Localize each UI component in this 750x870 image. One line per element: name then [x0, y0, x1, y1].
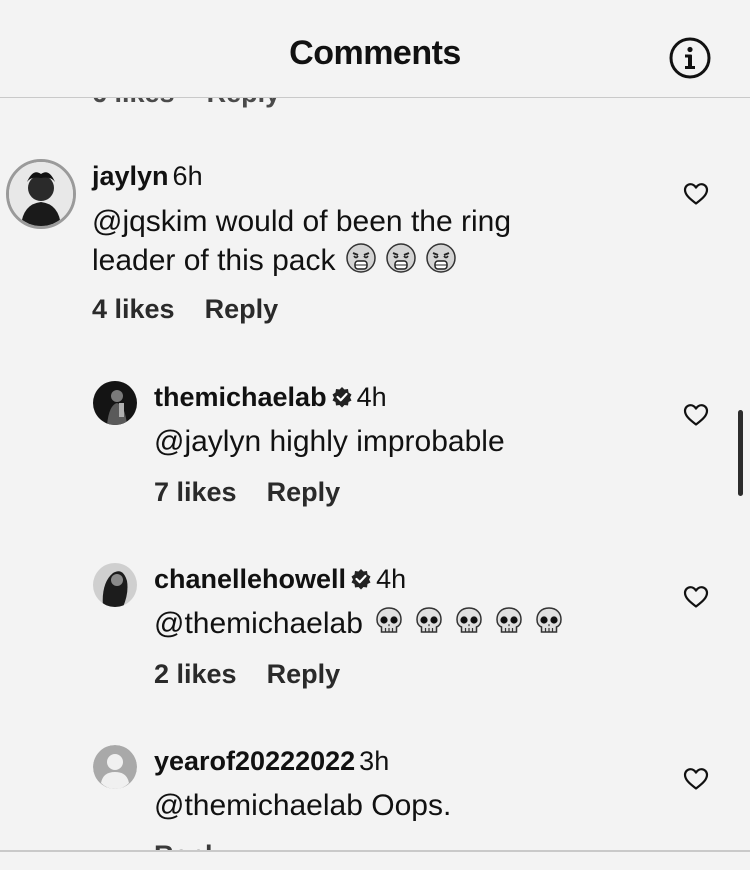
reply-button[interactable]: Reply	[267, 477, 341, 507]
default-avatar-icon[interactable]	[93, 745, 137, 789]
likes-count[interactable]: 4 likes	[92, 294, 175, 324]
heart-icon[interactable]	[683, 767, 709, 791]
comment-text: @jqskim would of been the ring leader of…	[92, 202, 511, 280]
heart-icon[interactable]	[683, 182, 709, 206]
comment-actions: 4 likes Reply	[92, 294, 278, 325]
skull-emoji	[493, 605, 525, 637]
verified-badge-icon	[331, 382, 353, 408]
username[interactable]: yearof20222022	[154, 746, 355, 776]
comment-actions: 7 likes Reply	[154, 477, 340, 508]
avatar[interactable]	[6, 159, 76, 229]
comment-text: @themichaelab Oops.	[154, 789, 452, 822]
weary-face-emoji	[425, 242, 457, 274]
weary-face-emoji	[345, 242, 377, 274]
divider	[0, 850, 750, 852]
comment-actions: 2 likes Reply	[154, 659, 340, 690]
username[interactable]: themichaelab	[154, 382, 327, 412]
comment-text-line-2: leader of this pack	[92, 241, 511, 280]
timestamp: 4h	[356, 382, 387, 412]
heart-icon[interactable]	[683, 403, 709, 427]
username[interactable]: jaylyn	[92, 161, 169, 191]
comment-meta: yearof20222022 3h	[154, 744, 389, 778]
likes-count[interactable]: 7 likes	[154, 477, 237, 507]
skull-emoji	[373, 605, 405, 637]
verified-badge-icon	[350, 564, 372, 590]
comments-header: Comments	[0, 0, 750, 98]
reply-button[interactable]: Reply	[154, 838, 228, 850]
skull-emoji	[413, 605, 445, 637]
likes-count[interactable]: 2 likes	[154, 659, 237, 689]
comment-meta: jaylyn 6h	[92, 159, 203, 193]
comment-meta: chanellehowell 4h	[154, 562, 406, 596]
skull-emoji	[453, 605, 485, 637]
comment-text: @themichaelab	[154, 604, 565, 643]
avatar[interactable]	[93, 381, 137, 425]
heart-icon[interactable]	[683, 585, 709, 609]
comment-text-line: @jqskim would of been the ring	[92, 205, 512, 238]
page-title: Comments	[289, 34, 461, 72]
scrollbar[interactable]	[738, 410, 743, 496]
timestamp: 3h	[359, 746, 390, 776]
timestamp: 4h	[376, 564, 407, 594]
comment-meta: themichaelab 4h	[154, 380, 387, 414]
timestamp: 6h	[172, 161, 203, 191]
comment-text: @jaylyn highly improbable	[154, 425, 505, 458]
avatar[interactable]	[93, 563, 137, 607]
skull-emoji	[533, 605, 565, 637]
weary-face-emoji	[385, 242, 417, 274]
reply-button[interactable]: Reply	[267, 659, 341, 689]
username[interactable]: chanellehowell	[154, 564, 346, 594]
info-icon[interactable]	[668, 36, 712, 80]
reply-button[interactable]: Reply	[205, 294, 279, 324]
